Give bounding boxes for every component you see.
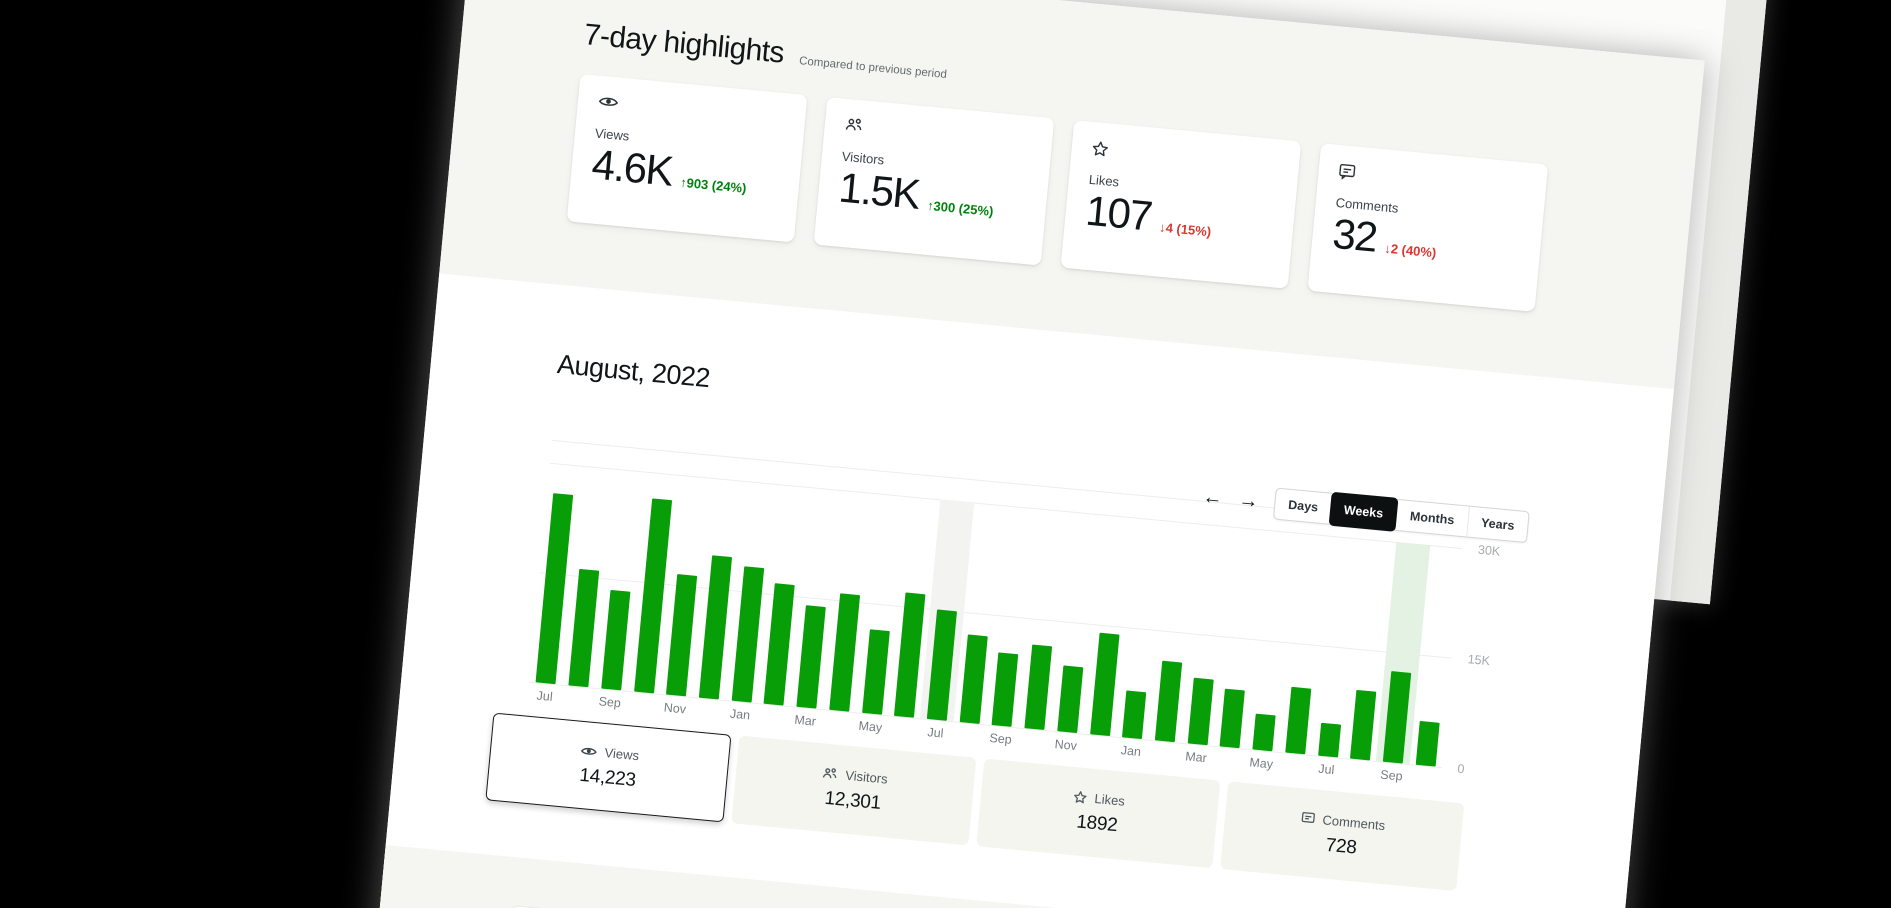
summary-tab-views[interactable]: Views 14,223 (485, 713, 731, 823)
chart-bar[interactable] (601, 590, 630, 690)
chart-bar[interactable] (1415, 721, 1439, 767)
chart-bar[interactable] (666, 574, 697, 696)
x-axis-tick-label: Sep (1367, 767, 1416, 785)
people-icon (844, 117, 1033, 154)
highlights-title: 7-day highlights (583, 18, 786, 70)
summary-tab-visitors[interactable]: Visitors 12,301 (731, 736, 975, 846)
tab-days[interactable]: Days (1274, 489, 1332, 524)
summary-label: Visitors (845, 768, 889, 787)
summary-tab-likes[interactable]: Likes 1892 (976, 759, 1220, 869)
chart-bar[interactable] (568, 569, 599, 688)
card-value: 4.6K (590, 142, 674, 193)
x-axis-tick-label: Mar (1171, 748, 1220, 766)
x-axis-tick-label: Jan (1106, 742, 1155, 760)
summary-label: Comments (1322, 813, 1386, 834)
chart-bar[interactable] (1024, 645, 1052, 731)
people-icon (822, 767, 839, 781)
chart-bar[interactable] (731, 566, 764, 703)
highlight-cards-row: Views 4.6K↑903 (24%) Visitors 1.5K↑300 (… (567, 74, 1552, 312)
chart-bar[interactable] (1090, 632, 1119, 736)
card-delta: ↓2 (40%) (1384, 241, 1437, 261)
card-value: 32 (1331, 212, 1379, 260)
tab-years[interactable]: Years (1466, 507, 1529, 542)
visitors-highlight-card: Visitors 1.5K↑300 (25%) (814, 97, 1055, 266)
star-icon (1073, 790, 1088, 804)
stats-page: 7-day highlights Compared to previous per… (330, 0, 1704, 908)
x-axis-tick-label: Mar (781, 712, 830, 730)
star-icon (1091, 140, 1280, 177)
eye-icon (597, 94, 786, 131)
x-axis-tick-label: Sep (585, 694, 634, 712)
chart-bar[interactable] (1350, 690, 1376, 761)
comments-highlight-card: Comments 32↓2 (40%) (1307, 143, 1548, 312)
chart-bar[interactable] (862, 629, 890, 715)
chart-bar[interactable] (1252, 713, 1275, 751)
chart-bar[interactable] (1057, 666, 1083, 734)
card-delta: ↓4 (15%) (1159, 220, 1212, 240)
likes-highlight-card: Likes 107↓4 (15%) (1061, 120, 1302, 289)
summary-label: Likes (1094, 791, 1126, 809)
x-axis-tick-label: May (1237, 755, 1286, 773)
chart-bar[interactable] (1285, 687, 1311, 755)
chart-bar[interactable] (634, 498, 672, 693)
card-value: 107 (1084, 189, 1153, 239)
x-axis-tick-label: Jul (520, 687, 569, 705)
card-delta: ↑903 (24%) (680, 175, 748, 196)
x-axis-tick-label: Nov (1041, 736, 1090, 754)
chart-bar[interactable] (536, 493, 574, 685)
card-value: 1.5K (837, 166, 921, 217)
summary-value: 728 (1325, 835, 1358, 860)
chart-bar[interactable] (959, 635, 987, 724)
eye-icon (580, 745, 598, 759)
x-axis-tick-label: Nov (650, 700, 699, 718)
chart-bar[interactable] (1220, 688, 1245, 748)
views-highlight-card: Views 4.6K↑903 (24%) (567, 74, 808, 243)
chart-bar[interactable] (1155, 660, 1182, 742)
comment-icon (1338, 163, 1527, 200)
chart-bar[interactable] (1187, 678, 1213, 746)
chart-bar[interactable] (1318, 723, 1341, 758)
chart-bar[interactable] (992, 652, 1019, 727)
chart-bar[interactable] (796, 605, 825, 709)
next-period-arrow[interactable]: → (1238, 491, 1260, 513)
y-axis-tick-label: 30K (1477, 543, 1500, 559)
summary-value: 14,223 (578, 765, 636, 792)
x-axis-tick-label: May (846, 718, 895, 736)
y-axis-tick-label: 15K (1467, 653, 1490, 669)
chart-bar[interactable] (764, 584, 795, 706)
card-delta: ↑300 (25%) (926, 198, 994, 219)
chart-bar[interactable] (1122, 690, 1146, 739)
stage: 7-day highlights Compared to previous per… (0, 0, 1891, 908)
summary-label: Views (604, 746, 640, 764)
comment-icon (1301, 812, 1316, 826)
chart-bar[interactable] (699, 556, 732, 700)
summary-tab-comments[interactable]: Comments 728 (1220, 782, 1464, 892)
summary-value: 12,301 (824, 788, 882, 815)
x-axis-tick-label: Sep (976, 730, 1025, 748)
prev-period-arrow[interactable]: ← (1202, 487, 1224, 509)
x-axis-tick-label: Jan (715, 706, 764, 724)
highlights-subtitle: Compared to previous period (799, 55, 948, 81)
x-axis-tick-label: Jul (911, 724, 960, 742)
tab-months[interactable]: Months (1395, 500, 1469, 537)
tab-weeks[interactable]: Weeks (1328, 492, 1398, 532)
y-axis-tick-label: 0 (1457, 762, 1465, 777)
summary-value: 1892 (1075, 812, 1118, 838)
x-axis-tick-label: Jul (1302, 761, 1351, 779)
chart-bar[interactable] (829, 593, 860, 712)
